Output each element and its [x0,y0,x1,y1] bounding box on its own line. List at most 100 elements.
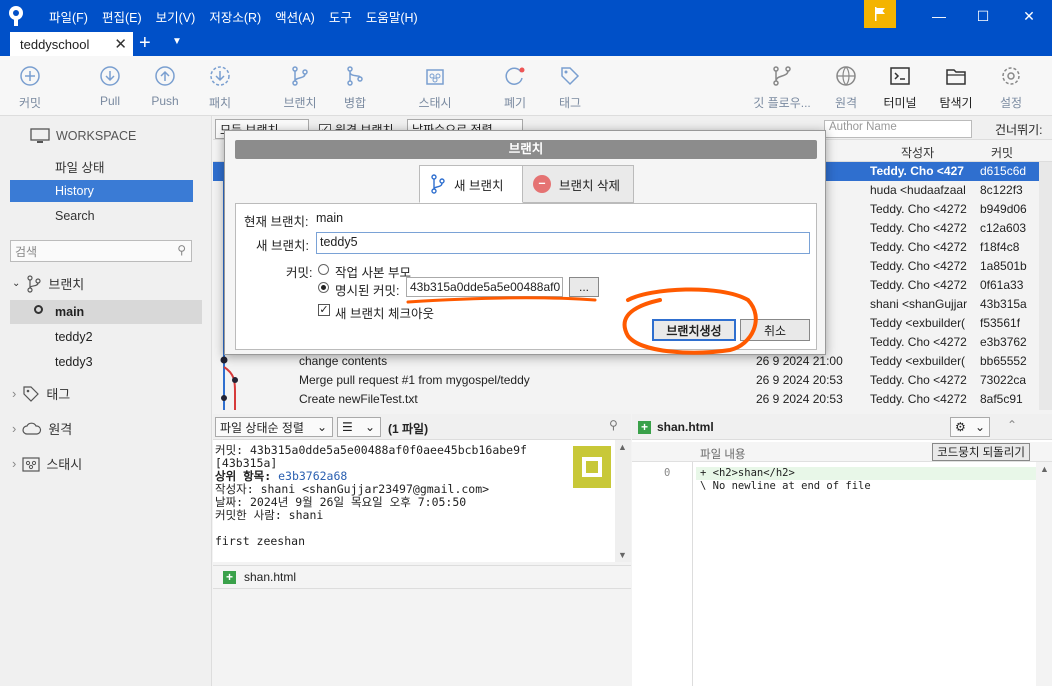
commit-hash: 8c122f3 [980,183,1023,197]
menu-help[interactable]: 도움말(H) [359,7,425,26]
chevron-down-icon: ⌄ [12,278,21,289]
specified-commit-input[interactable]: 43b315a0dde5a5e00488af0 [406,277,563,297]
flag-icon[interactable] [864,0,896,28]
chevron-down-icon: ⌄ [316,420,327,434]
tab-repository[interactable]: teddyschool ✕ [10,32,133,56]
gutter-divider [692,462,693,686]
commit-button[interactable]: 커밋 [0,64,60,111]
search-icon[interactable]: ⚲ [609,418,618,432]
stash-label: 스태시 [46,457,83,472]
view-mode-dropdown[interactable]: ☰ ⌄ [337,417,381,437]
stashes-section[interactable]: › 스태시 [12,454,82,473]
stash-button[interactable]: 스태시 [405,64,465,111]
checkout-new-branch-checkbox[interactable]: ✓ [318,304,330,316]
push-button[interactable]: Push [135,64,195,108]
parent-label: 상위 항목: [215,469,279,483]
diff-scrollbar[interactable]: ▲ [1036,462,1052,686]
tags-section[interactable]: › 태그 [12,384,70,403]
menu-view[interactable]: 보기(V) [149,7,203,26]
commit-label: 커밋: [286,266,313,280]
close-tab-icon[interactable]: ✕ [114,35,127,53]
commit-author: Teddy. Cho <4272 [870,278,967,292]
radio-specified-commit[interactable] [318,282,329,293]
hunk-label: 파일 내용 [700,449,746,461]
minimize-icon[interactable]: — [916,0,962,32]
commit-description: change contents [299,354,388,368]
commit-author: shani <shanGujjar [870,297,968,311]
tab-delete-branch[interactable]: – 브랜치 삭제 [522,165,634,203]
branch-icon [292,66,308,86]
branch-icon [431,174,445,194]
radio-working-copy-parent[interactable] [318,264,329,275]
hunk-header: 파일 내용 코드뭉치 되돌리기 [632,442,1052,462]
title-bar: 파일(F) 편집(E) 보기(V) 저장소(R) 액션(A) 도구 도움말(H)… [0,0,1052,32]
sidebar-search-input[interactable]: 검색 ⚲ [10,240,192,262]
sidebar-item-search[interactable]: Search [10,205,193,227]
diff-options-dropdown[interactable]: ⚙ ⌄ [950,417,990,437]
commit-message: first zeeshan [215,534,306,548]
scroll-up-icon[interactable]: ▲ [618,442,627,452]
remotes-section[interactable]: › 원격 [12,419,72,438]
create-branch-button[interactable]: 브랜치생성 [652,319,736,341]
commit-list-scrollbar[interactable] [1039,162,1052,410]
chevron-right-icon: › [12,456,17,471]
scroll-up-icon[interactable]: ▲ [1040,464,1049,474]
file-list-empty-area [213,589,631,686]
menu-repository[interactable]: 저장소(R) [202,7,268,26]
changed-file-row[interactable]: + shan.html [213,565,631,589]
remote-label: 원격 [834,96,858,110]
parent-link[interactable]: e3b3762a68 [278,469,347,483]
details-scrollbar[interactable]: ▲ ▼ [615,440,631,562]
merge-button[interactable]: 병합 [325,64,385,111]
tag-button[interactable]: 태그 [540,64,600,111]
commit-row[interactable]: Create newFileTest.txt 26 9 2024 20:53 Ted… [213,390,1039,409]
commit-author: Teddy. Cho <4272 [870,240,967,254]
menu-tools[interactable]: 도구 [322,7,359,26]
gitflow-label: 깃 플로우... [753,96,811,110]
author-placeholder: Author Name [829,121,897,133]
commit-author: Teddy. Cho <4272 [870,202,967,216]
cancel-button[interactable]: 취소 [740,319,810,341]
branch-item-main[interactable]: main [10,300,202,324]
dialog-body: 현재 브랜치: main 새 브랜치: teddy5 커밋: 작업 사본 부모 … [235,203,817,350]
new-branch-input[interactable]: teddy5 [316,232,810,254]
remote-button[interactable]: 원격 [816,64,876,111]
specified-commit-value: 43b315a0dde5a5e00488af0 [410,280,561,294]
commit-author: Teddy. Cho <4272 [870,392,967,406]
settings-button[interactable]: 설정 [981,64,1041,111]
fetch-button[interactable]: 패치 [190,64,250,111]
commit-hash: c12a603 [980,221,1027,235]
gitflow-button[interactable]: 깃 플로우... [752,64,812,111]
maximize-icon[interactable]: ☐ [960,0,1006,32]
scroll-down-icon[interactable]: ▼ [618,550,627,560]
commit-column-header[interactable]: 커밋 [991,144,1013,161]
branches-section[interactable]: ⌄ 브랜치 [12,274,84,293]
branch-button[interactable]: 브랜치 [270,64,330,111]
stash-icon [426,69,444,85]
menu-file[interactable]: 파일(F) [42,7,95,26]
author-column-header[interactable]: 작성자 [901,144,934,161]
branch-item-teddy3[interactable]: teddy3 [10,350,202,374]
terminal-button[interactable]: 터미널 [870,64,930,111]
sidebar-item-file-status[interactable]: 파일 상태 [10,155,193,177]
author-filter-input[interactable]: Author Name [824,120,972,138]
menu-actions[interactable]: 액션(A) [268,7,322,26]
branch-item-teddy2[interactable]: teddy2 [10,325,202,349]
menu-edit[interactable]: 편집(E) [95,7,149,26]
avatar [573,446,611,488]
close-window-icon[interactable]: ✕ [1006,0,1052,32]
file-sort-dropdown[interactable]: 파일 상태순 정렬 ⌄ [215,417,333,437]
pull-button[interactable]: Pull [80,64,140,108]
discard-button[interactable]: 폐기 [485,64,545,111]
sidebar-item-history[interactable]: History [10,180,193,202]
chevron-down-icon[interactable]: ▼ [172,36,182,47]
commit-hash: f53561f [980,316,1021,330]
tab-new-branch[interactable]: 새 브랜치 [419,165,523,203]
revert-hunk-button[interactable]: 코드뭉치 되돌리기 [932,443,1030,461]
browse-commit-button[interactable]: ... [569,277,599,297]
tab-delete-branch-label: 브랜치 삭제 [559,178,620,193]
new-tab-icon[interactable]: + [139,32,151,54]
chevron-up-icon[interactable]: ⌃ [1007,418,1017,432]
commit-row[interactable]: Merge pull request #1 from mygospel/tedd… [213,371,1039,390]
explorer-button[interactable]: 탐색기 [926,64,986,111]
